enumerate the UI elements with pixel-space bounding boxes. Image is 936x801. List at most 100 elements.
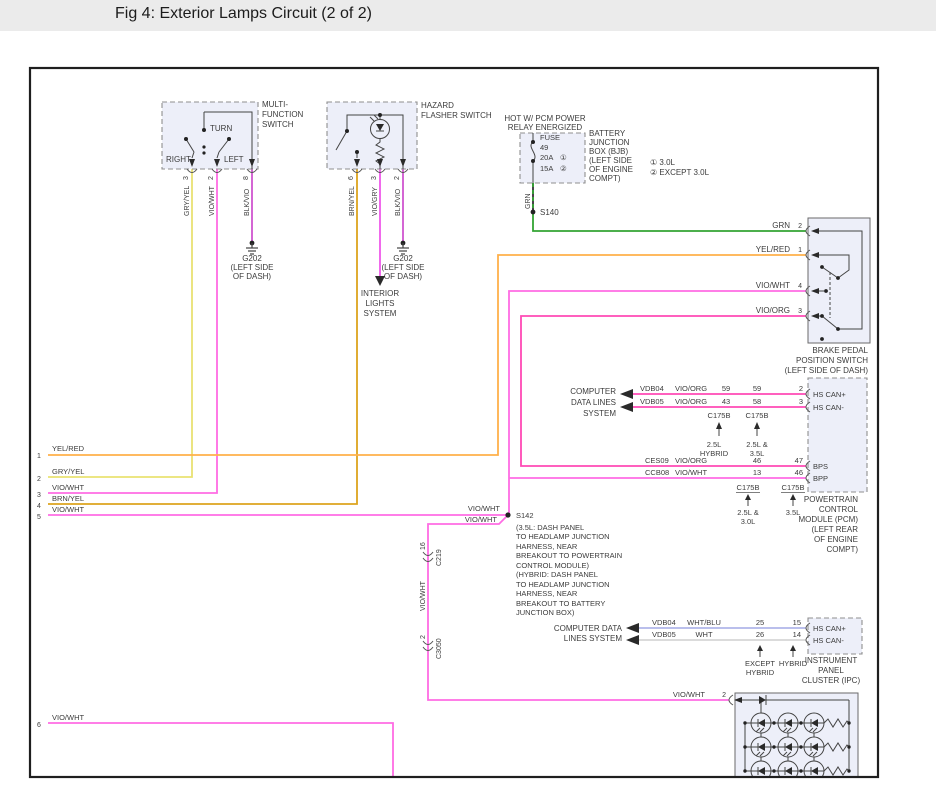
wire-yel-red <box>48 255 806 455</box>
bpp-pin-3: 3 <box>798 308 802 315</box>
row-ces09-c1: 46 <box>753 456 761 465</box>
ground-id: G202 <box>242 254 262 263</box>
hazard-wire-blkvio-label: BLK/VIO <box>395 188 402 216</box>
ground-loc1: (LEFT SIDE <box>382 263 425 272</box>
bjb-name-5: OF ENGINE <box>589 165 633 174</box>
left-wire-6-n: 6 <box>37 722 41 729</box>
dl2-arrow-1 <box>626 623 639 633</box>
dl2-sys-1: COMPUTER DATA <box>554 624 623 633</box>
mfs-name-1: MULTI- <box>262 100 288 109</box>
powertrain-control-module: HS CAN+ HS CAN- BPS BPP POWERTRAIN CONTR… <box>798 378 867 554</box>
left-edge-wires: 1 YEL/RED 2 GRY/YEL 3 VIO/WHT 4 BRN/YEL … <box>37 444 85 729</box>
mfs-pin-connectors <box>187 169 257 173</box>
bjb-name-6: COMPT) <box>589 174 621 183</box>
row2-vdb05-c1: 26 <box>756 630 764 639</box>
bpp-pin-1: 1 <box>798 247 802 254</box>
svg-text:TO HEADLAMP JUNCTION: TO HEADLAMP JUNCTION <box>516 532 610 541</box>
left-wire-1-label: YEL/RED <box>52 444 85 453</box>
bpp-name-3: (LEFT SIDE OF DASH) <box>785 366 869 375</box>
conn2-a: C175B <box>737 483 760 492</box>
pcm-name-2: CONTROL <box>819 505 859 514</box>
row-vdb05-c1: 43 <box>722 397 730 406</box>
battery-junction-box: HOT W/ PCM POWER RELAY ENERGIZED FUSE 49… <box>504 114 709 217</box>
fuse-amp-1: 20A <box>540 153 553 162</box>
ipc-port-hscann: HS CAN- <box>813 636 844 645</box>
data-lines-ipc: COMPUTER DATA LINES SYSTEM VDB04 WHT/BLU… <box>554 618 808 677</box>
svg-text:HARNESS, NEAR: HARNESS, NEAR <box>516 542 578 551</box>
hazard-flasher-switch: HAZARD FLASHER SWITCH 6 3 2 BRN/YEL VIO/… <box>327 101 492 318</box>
ground-loc2: OF DASH) <box>384 272 423 281</box>
splice-s140-label: S140 <box>540 208 559 217</box>
svg-text:(3.5L: DASH PANEL: (3.5L: DASH PANEL <box>516 523 584 532</box>
bpp-name-1: BRAKE PEDAL <box>812 346 868 355</box>
row2-vdb05-circuit: VDB05 <box>652 630 676 639</box>
row-vdb04-c2: 59 <box>753 384 761 393</box>
dl2-note-right-1: HYBRID <box>779 659 808 668</box>
left-wire-2-n: 2 <box>37 476 41 483</box>
left-wire-1-n: 1 <box>37 453 41 460</box>
connector-c219: 16 C219 <box>420 542 443 566</box>
s142-wire-label-2: VIO/WHT <box>465 515 497 524</box>
conn2-a-note-1: 2.5L & <box>737 508 758 517</box>
wire-vio-wht-6 <box>48 723 393 776</box>
mfs-pin8: 8 <box>243 176 250 180</box>
dl1-arrow-2 <box>620 402 633 412</box>
row-vdb05-circuit: VDB05 <box>640 397 664 406</box>
row-ccb08-color: VIO/WHT <box>675 468 707 477</box>
bpp-pin-4: 4 <box>798 283 802 290</box>
conn1-a-note-1: 2.5L <box>707 440 722 449</box>
hazard-name-2: FLASHER SWITCH <box>421 111 492 120</box>
pcm-port-hscann: HS CAN- <box>813 403 844 412</box>
row2-vdb04-circuit: VDB04 <box>652 618 676 627</box>
fuse-mark-2: ② <box>560 164 567 173</box>
row-ces09-color: VIO/ORG <box>675 456 707 465</box>
row2-vdb05-color: WHT <box>695 630 712 639</box>
lamp-wire-label: VIO/WHT <box>673 690 705 699</box>
mfs-pin2: 2 <box>208 176 215 180</box>
ground-g202-hazard: G202 (LEFT SIDE OF DASH) <box>382 241 425 281</box>
connector-c3050: 2 C3050 <box>420 635 443 659</box>
left-wire-5-label: VIO/WHT <box>52 505 84 514</box>
ground-loc1: (LEFT SIDE <box>231 263 274 272</box>
left-wire-3-n: 3 <box>37 492 41 499</box>
row-vdb04-circuit: VDB04 <box>640 384 664 393</box>
bjb-hot-1: HOT W/ PCM POWER <box>504 114 585 123</box>
conn2-b: C175B <box>782 483 805 492</box>
s142-wire-label-1: VIO/WHT <box>468 504 500 513</box>
mfs-wire-viowht-label: VIO/WHT <box>209 185 216 216</box>
mfs-turn-label: TURN <box>210 124 232 133</box>
wire-brn-yel <box>48 169 357 504</box>
svg-text:BREAKOUT TO POWERTRAIN: BREAKOUT TO POWERTRAIN <box>516 551 622 560</box>
mfs-wire-gryyel-label: GRY/YEL <box>184 186 191 216</box>
row-ccb08-circuit: CCB08 <box>645 468 669 477</box>
bjb-legend-2: ② EXCEPT 3.0L <box>650 168 710 177</box>
bjb-name-2: JUNCTION <box>589 138 630 147</box>
ipc-name-2: PANEL <box>818 666 844 675</box>
mfs-name-3: SWITCH <box>262 120 294 129</box>
row-vdb05-c2: 58 <box>753 397 761 406</box>
dl2-note-left-1: EXCEPT <box>745 659 775 668</box>
brake-pedal-position-switch: GRN 2 YEL/RED 1 VIO/WHT 4 VIO/ORG 3 BRAK… <box>756 218 870 375</box>
s142-vert-wire-label: VIO/WHT <box>420 580 427 611</box>
interior-lights-1: INTERIOR <box>361 289 399 298</box>
mfs-name-2: FUNCTION <box>262 110 304 119</box>
row-ces09-pin: 47 <box>795 456 803 465</box>
svg-text:CONTROL MODULE): CONTROL MODULE) <box>516 561 590 570</box>
instrument-panel-cluster: HS CAN+ HS CAN- INSTRUMENT PANEL CLUSTER… <box>802 618 862 685</box>
multi-function-switch: MULTI- FUNCTION SWITCH TURN RIGHT LEFT 3… <box>162 100 304 281</box>
hazard-pin6: 6 <box>348 176 355 180</box>
left-wire-5-n: 5 <box>37 514 41 521</box>
left-wire-4-label: BRN/YEL <box>52 494 84 503</box>
hazard-pin3: 3 <box>371 176 378 180</box>
interior-lights-arrow <box>375 276 385 286</box>
bpp-wire-viowht: VIO/WHT <box>756 281 790 290</box>
hazard-wire-viogry-label: VIO/GRY <box>372 187 379 216</box>
dl1-sys-3: SYSTEM <box>583 409 616 418</box>
pcm-name-3: MODULE (PCM) <box>798 515 858 524</box>
fuse-label: FUSE <box>540 133 560 142</box>
row-vdb05-pin: 3 <box>799 397 803 406</box>
dl2-sys-2: LINES SYSTEM <box>564 634 623 643</box>
lamp-assembly <box>729 693 858 801</box>
conn2-a-note-2: 3.0L <box>741 517 756 526</box>
conn1-a: C175B <box>708 411 731 420</box>
